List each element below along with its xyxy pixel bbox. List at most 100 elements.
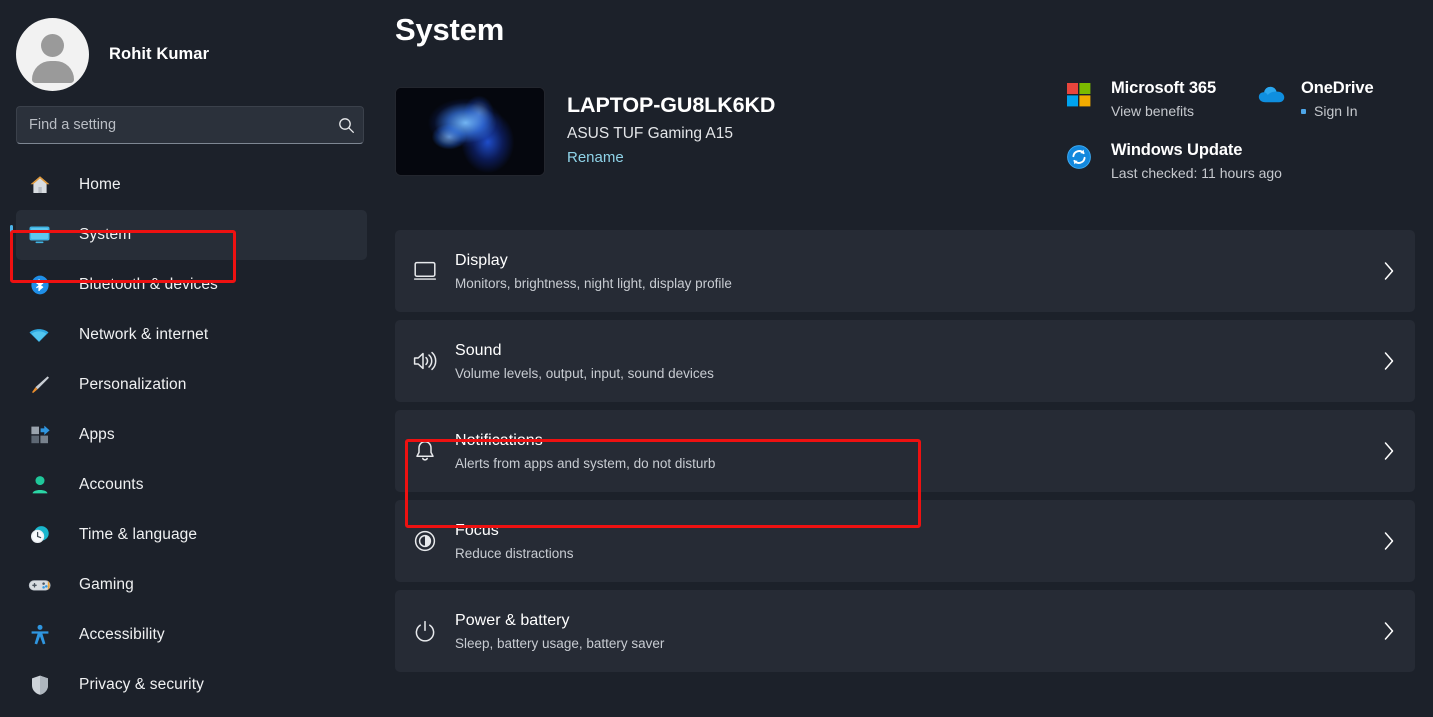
search-input[interactable] xyxy=(17,107,329,143)
sidebar-item-label: Home xyxy=(79,176,121,193)
row-title: Display xyxy=(455,251,508,269)
promo-subtitle: Last checked: 11 hours ago xyxy=(1111,165,1282,181)
network-icon xyxy=(25,320,55,350)
promo-text: OneDrive Sign In xyxy=(1301,79,1374,119)
promo-subtitle: Sign In xyxy=(1314,103,1358,119)
user-name: Rohit Kumar xyxy=(109,44,210,63)
power-icon xyxy=(395,618,455,644)
setting-row-focus[interactable]: Focus Reduce distractions xyxy=(395,500,1415,582)
sidebar-item-privacy-security[interactable]: Privacy & security xyxy=(16,660,367,710)
promo-title: Microsoft 365 xyxy=(1111,79,1217,97)
promo-row-top: Microsoft 365 View benefits OneDrive Sig… xyxy=(1066,79,1426,119)
apps-icon xyxy=(25,420,55,450)
accessibility-icon xyxy=(25,620,55,650)
sidebar-item-network-internet[interactable]: Network & internet xyxy=(16,310,367,360)
microsoft-logo-icon xyxy=(1066,82,1098,114)
sidebar-item-label: Accessibility xyxy=(79,626,165,643)
row-title: Focus xyxy=(455,521,499,539)
setting-row-power-battery[interactable]: Power & battery Sleep, battery usage, ba… xyxy=(395,590,1415,672)
promo-subtitle: View benefits xyxy=(1111,103,1195,119)
setting-row-notifications[interactable]: Notifications Alerts from apps and syste… xyxy=(395,410,1415,492)
sidebar-item-label: Gaming xyxy=(79,576,134,593)
setting-row-sound[interactable]: Sound Volume levels, output, input, soun… xyxy=(395,320,1415,402)
user-profile[interactable]: Rohit Kumar xyxy=(0,0,390,92)
main-content: System LAPTOP-GU8LK6KD ASUS TUF Gaming A… xyxy=(390,0,1433,717)
wallpaper-bloom-graphic xyxy=(396,88,544,175)
gamepad-icon xyxy=(25,570,55,600)
avatar-body-icon xyxy=(31,60,74,83)
setting-row-display[interactable]: Display Monitors, brightness, night ligh… xyxy=(395,230,1415,312)
monitor-icon xyxy=(395,258,455,284)
chevron-right-icon[interactable] xyxy=(1363,440,1415,462)
row-text: Display Monitors, brightness, night ligh… xyxy=(455,252,1363,291)
sidebar-nav: Home System Bluetooth & devices Network … xyxy=(0,160,390,710)
chevron-right-icon[interactable] xyxy=(1363,350,1415,372)
sidebar: Rohit Kumar Find a setting Home System B… xyxy=(0,0,390,717)
sidebar-item-label: Apps xyxy=(79,426,115,443)
home-icon xyxy=(25,170,55,200)
bluetooth-icon xyxy=(25,270,55,300)
windows-update-icon xyxy=(1066,144,1098,176)
sidebar-item-label: Bluetooth & devices xyxy=(79,276,218,293)
sidebar-item-system[interactable]: System xyxy=(10,210,367,260)
sidebar-item-personalization[interactable]: Personalization xyxy=(16,360,367,410)
sidebar-item-accessibility[interactable]: Accessibility xyxy=(16,610,367,660)
device-summary: LAPTOP-GU8LK6KD ASUS TUF Gaming A15 Rena… xyxy=(390,79,1433,181)
settings-window: Rohit Kumar Find a setting Home System B… xyxy=(0,0,1433,717)
promo-area: Microsoft 365 View benefits OneDrive Sig… xyxy=(1066,79,1426,181)
row-subtitle: Monitors, brightness, night light, displ… xyxy=(455,275,732,291)
page-title: System xyxy=(395,12,505,47)
sidebar-item-label: Personalization xyxy=(79,376,187,393)
device-name: LAPTOP-GU8LK6KD xyxy=(567,93,776,117)
promo-onedrive[interactable]: OneDrive Sign In xyxy=(1256,79,1374,119)
row-subtitle: Reduce distractions xyxy=(455,545,574,561)
row-text: Power & battery Sleep, battery usage, ba… xyxy=(455,612,1363,651)
chevron-right-icon[interactable] xyxy=(1363,620,1415,642)
row-subtitle: Sleep, battery usage, battery saver xyxy=(455,635,665,651)
device-meta: LAPTOP-GU8LK6KD ASUS TUF Gaming A15 Rena… xyxy=(567,87,775,167)
windows-bloom-wallpaper xyxy=(395,87,545,176)
sidebar-item-time-language[interactable]: Time & language xyxy=(16,510,367,560)
row-subtitle: Alerts from apps and system, do not dist… xyxy=(455,455,716,471)
sidebar-item-bluetooth-devices[interactable]: Bluetooth & devices xyxy=(16,260,367,310)
row-title: Notifications xyxy=(455,431,543,449)
sidebar-item-label: Time & language xyxy=(79,526,198,543)
search-icon[interactable] xyxy=(329,117,363,134)
sidebar-item-accounts[interactable]: Accounts xyxy=(16,460,367,510)
sidebar-item-apps[interactable]: Apps xyxy=(16,410,367,460)
settings-list: Display Monitors, brightness, night ligh… xyxy=(390,230,1433,672)
paintbrush-icon xyxy=(25,370,55,400)
avatar xyxy=(16,17,89,91)
sidebar-item-label: Network & internet xyxy=(79,326,209,343)
promo-text: Windows Update Last checked: 11 hours ag… xyxy=(1111,141,1282,181)
system-icon xyxy=(25,220,55,250)
promo-text: Microsoft 365 View benefits xyxy=(1111,79,1216,119)
accounts-icon xyxy=(25,470,55,500)
sidebar-item-home[interactable]: Home xyxy=(16,160,367,210)
row-text: Notifications Alerts from apps and syste… xyxy=(455,432,1363,471)
search-area xyxy=(0,106,390,144)
promo-title: OneDrive xyxy=(1301,79,1374,97)
search-box[interactable] xyxy=(16,106,364,144)
clock-icon xyxy=(25,520,55,550)
selection-indicator xyxy=(10,225,13,245)
row-text: Focus Reduce distractions xyxy=(455,522,1363,561)
chevron-right-icon[interactable] xyxy=(1363,260,1415,282)
avatar-head-icon xyxy=(41,33,64,57)
promo-microsoft-365[interactable]: Microsoft 365 View benefits xyxy=(1066,79,1256,119)
sidebar-item-label: System xyxy=(79,226,132,243)
row-title: Power & battery xyxy=(455,611,570,629)
promo-subtitle-wrap: Sign In xyxy=(1301,103,1374,119)
promo-windows-update[interactable]: Windows Update Last checked: 11 hours ag… xyxy=(1066,141,1426,181)
sidebar-item-gaming[interactable]: Gaming xyxy=(16,560,367,610)
sidebar-item-label: Accounts xyxy=(79,476,144,493)
focus-icon xyxy=(395,528,455,554)
row-text: Sound Volume levels, output, input, soun… xyxy=(455,342,1363,381)
chevron-right-icon[interactable] xyxy=(1363,530,1415,552)
row-title: Sound xyxy=(455,341,502,359)
status-dot-icon xyxy=(1301,108,1306,114)
speaker-icon xyxy=(395,348,455,374)
sidebar-item-label: Privacy & security xyxy=(79,676,204,693)
rename-link[interactable]: Rename xyxy=(567,149,624,166)
row-subtitle: Volume levels, output, input, sound devi… xyxy=(455,365,714,381)
